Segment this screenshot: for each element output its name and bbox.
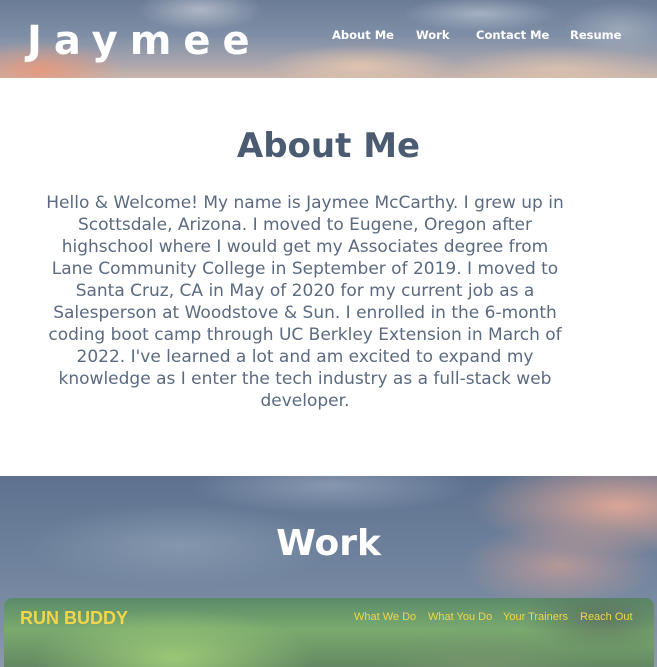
main-nav: About Me Work Contact Me Resume (0, 28, 657, 44)
project-logo: RUN BUDDY (20, 608, 128, 628)
project-nav-what-we-do: What We Do (354, 611, 417, 623)
project-nav-your-trainers: Your Trainers (503, 611, 569, 623)
work-title: Work (276, 523, 381, 564)
project-nav-reach-out: Reach Out (580, 611, 633, 623)
nav-link-work[interactable]: Work (416, 28, 450, 42)
about-title: About Me (236, 126, 421, 166)
work-section: Work RUN BUDDY What We Do What You Do Yo… (0, 476, 657, 667)
nav-link-contact-me[interactable]: Contact Me (476, 28, 549, 42)
site-header: Jaymee About Me Work Contact Me Resume (0, 0, 657, 78)
about-section: About Me Hello & Welcome! My name is Jay… (0, 78, 657, 476)
nav-link-about-me[interactable]: About Me (332, 28, 394, 42)
project-nav-what-you-do: What You Do (428, 611, 493, 623)
about-body: Hello & Welcome! My name is Jaymee McCar… (46, 193, 564, 411)
project-card-run-buddy[interactable]: RUN BUDDY What We Do What You Do Your Tr… (4, 598, 654, 667)
nav-link-resume[interactable]: Resume (570, 28, 621, 42)
